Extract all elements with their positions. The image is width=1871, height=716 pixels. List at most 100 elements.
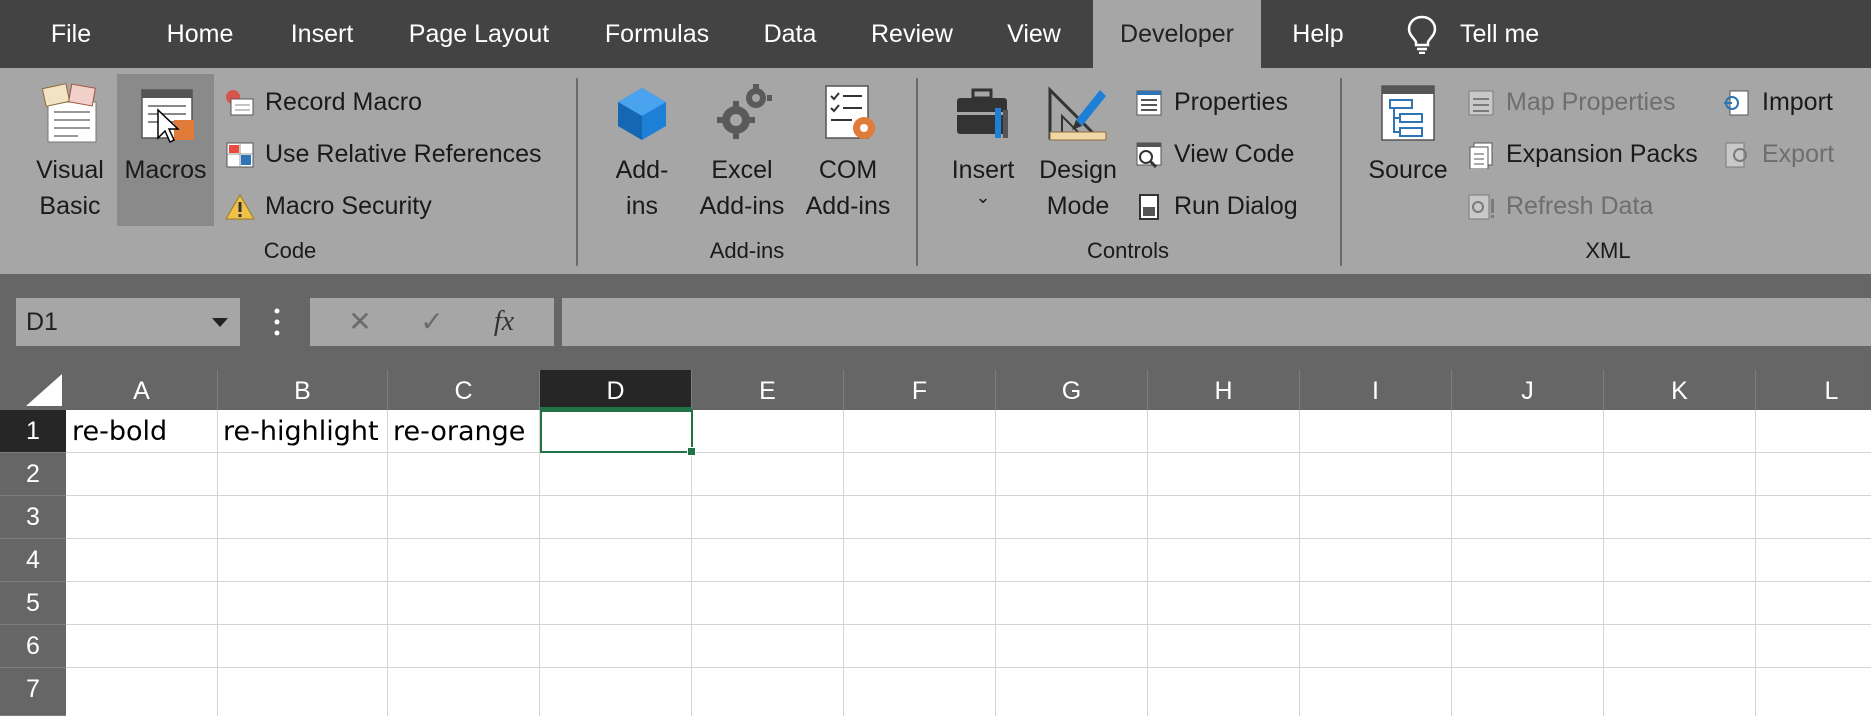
active-cell-d1[interactable] xyxy=(540,410,696,456)
controls-group-label: Controls xyxy=(1087,238,1169,263)
formula-input[interactable] xyxy=(562,298,1871,346)
add-ins-button[interactable]: Add- ins xyxy=(602,82,682,224)
code-group-label: Code xyxy=(263,238,317,263)
xml-source-button[interactable]: Source xyxy=(1360,82,1456,188)
import-icon xyxy=(1724,90,1749,116)
expansion-packs-label: Expansion Packs xyxy=(1506,140,1698,168)
export-icon xyxy=(1725,142,1747,168)
tab-file[interactable]: File xyxy=(30,0,112,68)
fill-handle[interactable] xyxy=(687,447,696,456)
record-macro-icon xyxy=(226,90,254,116)
design-mode-label: Design Mode xyxy=(1039,156,1117,220)
relative-references-icon xyxy=(226,142,254,168)
macros-icon xyxy=(140,89,194,144)
cell-a1[interactable]: re-bold xyxy=(72,410,167,453)
com-add-ins-button[interactable]: COM Add-ins xyxy=(800,82,896,224)
use-relative-references-button[interactable]: Use Relative References xyxy=(225,134,555,174)
column-header[interactable]: I xyxy=(1300,370,1452,410)
column-header[interactable]: E xyxy=(692,370,844,410)
column-header[interactable]: J xyxy=(1452,370,1604,410)
column-header[interactable]: A xyxy=(66,370,218,410)
run-dialog-label: Run Dialog xyxy=(1174,192,1298,220)
xml-export-button[interactable]: Export xyxy=(1722,134,1862,174)
tab-page-layout[interactable]: Page Layout xyxy=(398,0,560,68)
gear-icon xyxy=(717,84,772,139)
map-properties-button[interactable]: Map Properties xyxy=(1466,82,1706,122)
group-separator xyxy=(576,78,578,266)
import-label: Import xyxy=(1762,88,1833,116)
cell-area[interactable]: re-bold re-highlight re-orange xyxy=(66,410,1871,716)
column-header[interactable]: D xyxy=(540,370,692,410)
row-header[interactable]: 1 xyxy=(0,410,66,453)
visual-basic-button[interactable]: Visual Basic xyxy=(22,82,118,224)
tell-me-search[interactable]: Tell me xyxy=(1460,0,1580,68)
column-header[interactable]: L xyxy=(1756,370,1871,410)
row-header[interactable]: 3 xyxy=(0,496,66,539)
refresh-data-icon xyxy=(1468,194,1494,220)
gridline xyxy=(539,410,540,716)
insert-control-button[interactable]: Insert ⌄ xyxy=(938,82,1028,206)
design-mode-button[interactable]: Design Mode xyxy=(1034,82,1122,224)
row-header[interactable]: 5 xyxy=(0,582,66,625)
map-properties-icon xyxy=(1468,90,1494,116)
use-relative-references-label: Use Relative References xyxy=(265,140,542,168)
row-header[interactable]: 6 xyxy=(0,625,66,668)
properties-icon xyxy=(1136,90,1162,116)
cancel-icon[interactable]: ✕ xyxy=(330,298,390,346)
column-header[interactable]: B xyxy=(218,370,388,410)
macro-security-button[interactable]: Macro Security xyxy=(225,186,555,226)
tab-developer[interactable]: Developer xyxy=(1093,0,1261,68)
tab-review[interactable]: Review xyxy=(860,0,964,68)
row-header[interactable]: 4 xyxy=(0,539,66,582)
tab-formulas[interactable]: Formulas xyxy=(592,0,722,68)
record-macro-button[interactable]: Record Macro xyxy=(225,82,555,122)
view-code-button[interactable]: View Code xyxy=(1134,134,1324,174)
column-header[interactable]: C xyxy=(388,370,540,410)
excel-add-ins-button[interactable]: Excel Add-ins xyxy=(692,82,792,224)
properties-button[interactable]: Properties xyxy=(1134,82,1324,122)
run-dialog-button[interactable]: Run Dialog xyxy=(1134,186,1324,226)
column-header[interactable]: K xyxy=(1604,370,1756,410)
tab-insert[interactable]: Insert xyxy=(278,0,366,68)
xml-import-button[interactable]: Import xyxy=(1722,82,1862,122)
ribbon-tab-bar: File Home Insert Page Layout Formulas Da… xyxy=(0,0,1871,68)
macro-security-label: Macro Security xyxy=(265,192,432,220)
refresh-data-button[interactable]: Refresh Data xyxy=(1466,186,1706,226)
cell-c1[interactable]: re-orange xyxy=(393,410,525,453)
com-add-ins-label: COM Add-ins xyxy=(805,156,891,220)
visual-basic-icon xyxy=(41,83,97,143)
column-header[interactable]: H xyxy=(1148,370,1300,410)
name-box[interactable]: D1 xyxy=(16,298,240,346)
select-all-corner[interactable] xyxy=(0,370,66,410)
macros-label: Macros xyxy=(124,156,207,184)
design-mode-icon xyxy=(1048,86,1107,141)
gridline xyxy=(1299,410,1300,716)
com-add-ins-icon xyxy=(825,85,875,139)
cell-b1[interactable]: re-highlight xyxy=(223,410,379,453)
properties-label: Properties xyxy=(1174,88,1288,116)
macros-button[interactable]: Macros xyxy=(117,82,214,188)
more-options-icon[interactable] xyxy=(274,306,280,338)
tab-data[interactable]: Data xyxy=(752,0,828,68)
group-separator xyxy=(1340,78,1342,266)
insert-function-icon[interactable]: fx xyxy=(474,298,534,346)
add-ins-icon xyxy=(618,88,666,140)
row-header[interactable]: 2 xyxy=(0,453,66,496)
group-separator xyxy=(916,78,918,266)
gridline xyxy=(66,538,1871,539)
formula-bar: D1 ✕ ✓ fx xyxy=(0,274,1871,370)
row-header[interactable]: 7 xyxy=(0,668,66,716)
expansion-packs-button[interactable]: Expansion Packs xyxy=(1466,134,1706,174)
column-header[interactable]: G xyxy=(996,370,1148,410)
enter-icon[interactable]: ✓ xyxy=(402,298,462,346)
tab-help[interactable]: Help xyxy=(1284,0,1352,68)
column-header[interactable]: F xyxy=(844,370,996,410)
warning-icon xyxy=(225,194,255,220)
add-ins-label: Add- ins xyxy=(615,156,669,220)
chevron-down-icon: ⌄ xyxy=(975,187,991,207)
tab-home[interactable]: Home xyxy=(150,0,250,68)
chevron-down-icon[interactable] xyxy=(212,318,228,327)
worksheet-grid: A B C D E F G H I J K L 1 2 3 4 5 6 7 re… xyxy=(0,370,1871,716)
visual-basic-label: Visual Basic xyxy=(36,156,104,220)
tab-view[interactable]: View xyxy=(994,0,1074,68)
